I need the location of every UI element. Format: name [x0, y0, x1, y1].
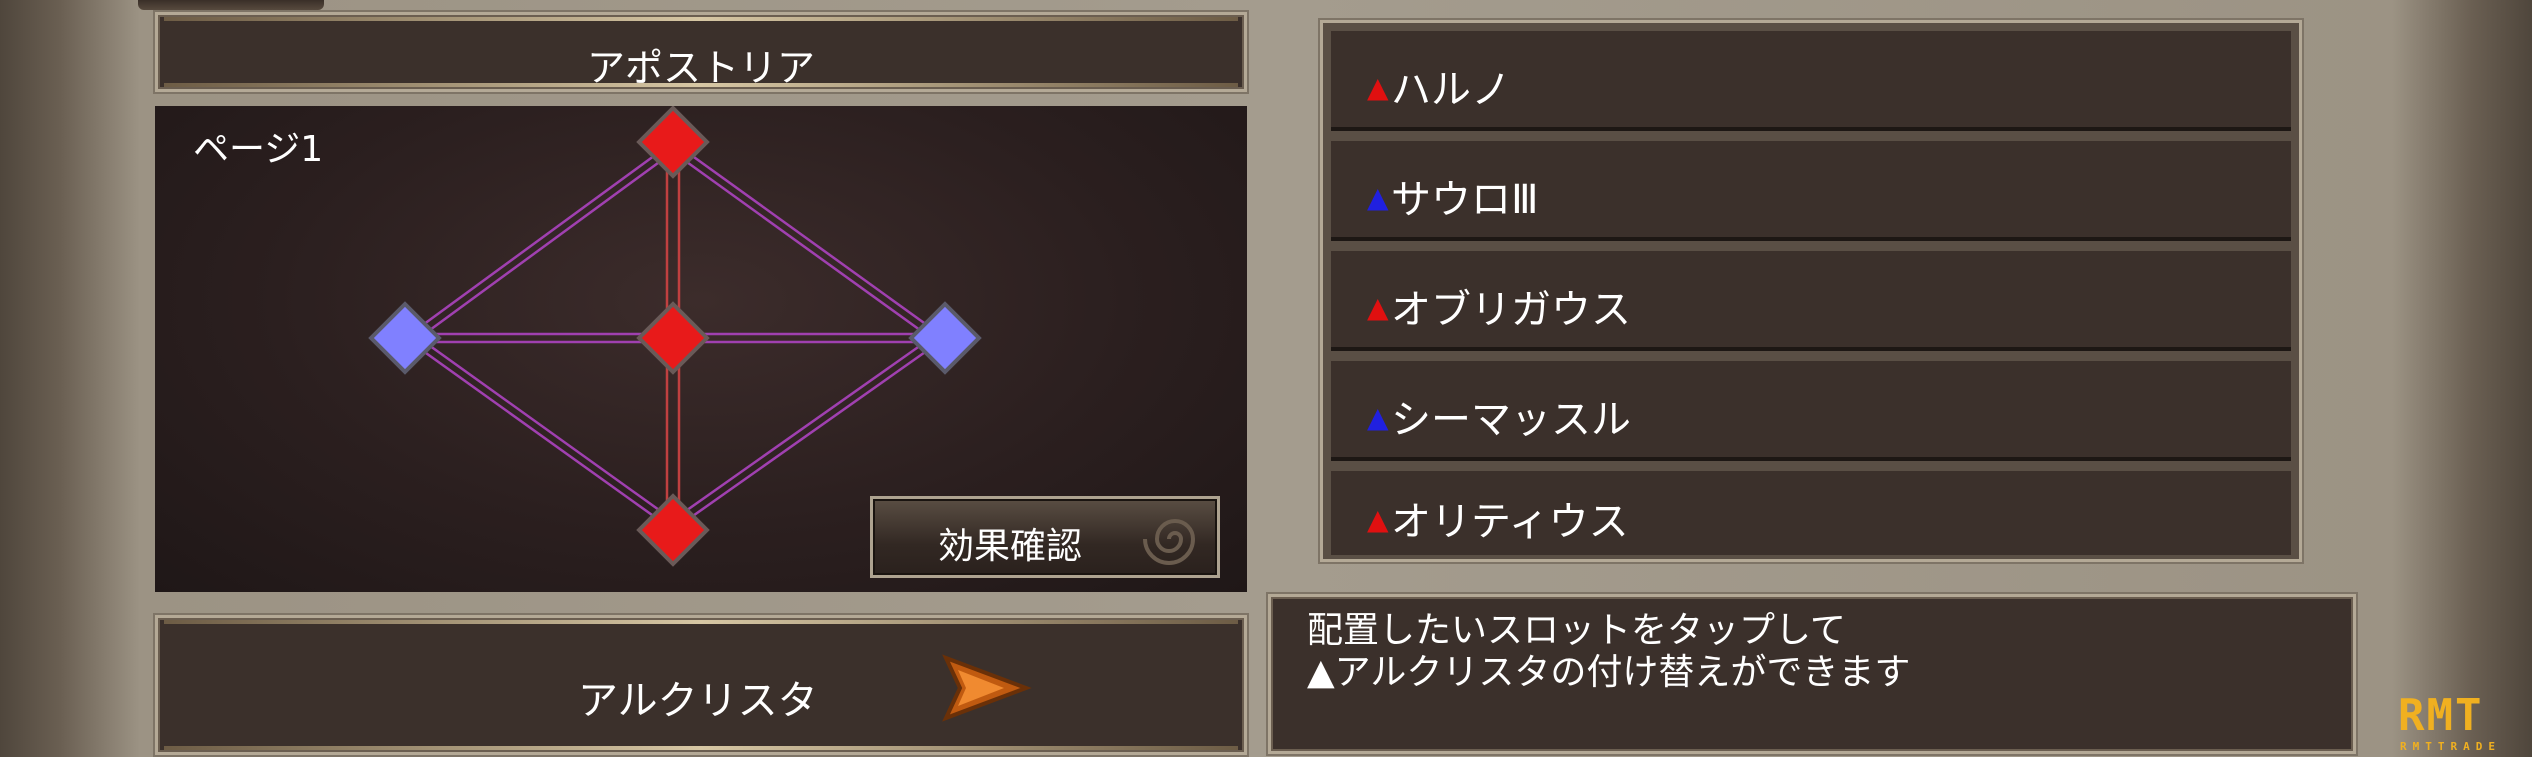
- slot-name: ハルノ: [1391, 67, 1511, 113]
- slot-node-center[interactable]: [636, 301, 710, 375]
- effect-check-label: 効果確認: [937, 526, 1082, 567]
- top-tab-edge: [138, 0, 324, 10]
- link-bottom-left: [404, 336, 674, 532]
- marker-red-icon: ▲: [1367, 503, 1389, 536]
- link-bottom-right-inner: [672, 336, 932, 522]
- rmt-watermark-logo: RMT RMTTRADE: [2398, 690, 2528, 756]
- slot-node-right[interactable]: [908, 301, 982, 375]
- slot-name: サウロⅢ: [1391, 177, 1539, 223]
- list-item-slot-4[interactable]: ▲ シーマッスル: [1331, 361, 2291, 461]
- link-top-right: [672, 140, 946, 340]
- slot-diagram-panel: ページ1 効果確認: [155, 106, 1247, 592]
- instruction-line-2: ▲アルクリスタの付け替えができます: [1307, 652, 1911, 693]
- title-bar: アポストリア: [155, 12, 1247, 92]
- link-top-left-inner: [418, 150, 674, 340]
- alcrysta-label: アルクリスタ: [578, 678, 818, 724]
- link-bottom-left-inner: [418, 336, 674, 522]
- slot-name: シーマッスル: [1391, 397, 1631, 443]
- list-item-slot-2[interactable]: ▲ サウロⅢ: [1331, 141, 2291, 241]
- play-arrow-icon[interactable]: [938, 652, 1034, 724]
- watermark-big: RMT: [2398, 690, 2484, 741]
- marker-blue-icon: ▲: [1367, 181, 1389, 214]
- watermark-small: RMTTRADE: [2400, 740, 2501, 753]
- slot-name: オリティウス: [1391, 499, 1629, 545]
- list-item-slot-3[interactable]: ▲ オブリガウス: [1331, 251, 2291, 351]
- alcrysta-top-trim: [164, 620, 1238, 624]
- title-bottom-trim: [164, 83, 1238, 87]
- slot-list: ▲ ハルノ ▲ サウロⅢ ▲ オブリガウス ▲ シーマッスル ▲ オリティウス: [1320, 20, 2302, 562]
- swirl-icon: [1143, 519, 1196, 565]
- marker-red-icon: ▲: [1367, 71, 1389, 104]
- slot-node-left[interactable]: [368, 301, 442, 375]
- slot-name: オブリガウス: [1391, 287, 1631, 333]
- list-item-slot-1[interactable]: ▲ ハルノ: [1331, 31, 2291, 131]
- effect-check-button[interactable]: 効果確認: [870, 496, 1220, 578]
- instruction-box: 配置したいスロットをタップして ▲アルクリスタの付け替えができます: [1268, 594, 2356, 754]
- slot-node-top[interactable]: [636, 106, 710, 179]
- alcrysta-bar: アルクリスタ: [155, 615, 1247, 755]
- slot-node-bottom[interactable]: [636, 493, 710, 567]
- link-top-right-inner: [672, 150, 932, 340]
- title-top-trim: [164, 17, 1238, 21]
- link-top-left: [404, 140, 674, 340]
- marker-red-icon: ▲: [1367, 291, 1389, 324]
- alcrysta-bottom-trim: [164, 746, 1238, 750]
- marker-blue-icon: ▲: [1367, 401, 1389, 434]
- list-item-slot-5[interactable]: ▲ オリティウス: [1331, 471, 2291, 555]
